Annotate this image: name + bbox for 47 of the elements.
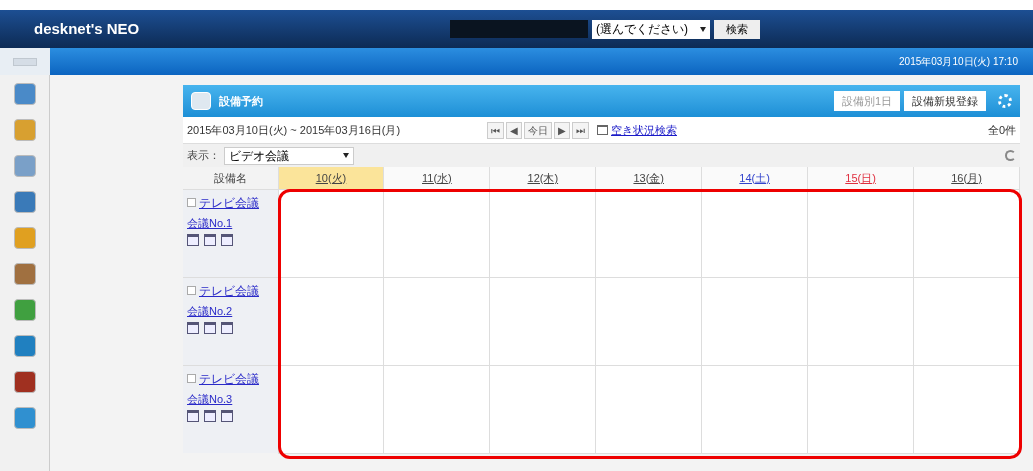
panel-title: 設備予約 bbox=[219, 93, 263, 109]
calendar-icon[interactable] bbox=[221, 234, 233, 246]
logo: desknet's NEO bbox=[34, 18, 140, 39]
column-header[interactable]: 10(火) bbox=[278, 167, 384, 189]
equipment-link[interactable]: テレビ会議 bbox=[199, 193, 259, 212]
checkbox[interactable] bbox=[187, 286, 196, 295]
date-range: 2015年03月10日(火) ~ 2015年03月16日(月) bbox=[187, 122, 402, 138]
equipment-link[interactable]: テレビ会議 bbox=[199, 281, 259, 300]
display-select[interactable]: ビデオ会議 bbox=[224, 146, 354, 165]
caret-icon bbox=[343, 153, 349, 158]
calendar-icon[interactable] bbox=[204, 234, 216, 246]
availability-search-link[interactable]: 空き状況検索 bbox=[611, 121, 677, 139]
calendar-icon[interactable] bbox=[187, 410, 199, 422]
calendar-icon[interactable] bbox=[204, 410, 216, 422]
nav-button[interactable]: ⏮ bbox=[487, 121, 504, 139]
column-header[interactable]: 16(月) bbox=[913, 167, 1020, 189]
column-header[interactable]: 12(木) bbox=[489, 167, 596, 189]
nav-button[interactable]: ⏭ bbox=[572, 121, 589, 139]
calendar-icon[interactable] bbox=[187, 234, 199, 246]
column-header[interactable]: 14(土) bbox=[701, 167, 808, 189]
search-field[interactable] bbox=[450, 20, 588, 38]
equipment-link[interactable]: テレビ会議 bbox=[199, 369, 259, 388]
calendar-icon[interactable] bbox=[204, 322, 216, 334]
datetime: 2015年03月10日(火) 17:10 bbox=[899, 55, 1018, 69]
caret-icon bbox=[700, 26, 706, 32]
column-header[interactable]: 15(日) bbox=[807, 167, 914, 189]
calendar-icon[interactable] bbox=[221, 410, 233, 422]
checkbox[interactable] bbox=[187, 374, 196, 383]
nav-button[interactable]: 今日 bbox=[524, 121, 552, 139]
checkbox[interactable] bbox=[187, 198, 196, 207]
calendar-icon[interactable] bbox=[221, 322, 233, 334]
refresh-icon[interactable] bbox=[1005, 150, 1016, 161]
nav-button[interactable]: ▶ bbox=[554, 121, 570, 139]
result-count: 全0件 bbox=[987, 122, 1016, 138]
room-link[interactable]: 会議No.1 bbox=[187, 214, 278, 231]
column-header[interactable]: 13(金) bbox=[595, 167, 702, 189]
column-header: 設備名 bbox=[183, 167, 278, 189]
room-link[interactable]: 会議No.2 bbox=[187, 302, 278, 319]
display-label: 表示： bbox=[187, 148, 220, 164]
panel-button[interactable]: 設備新規登録 bbox=[904, 91, 986, 111]
search-button[interactable]: 検索 bbox=[714, 19, 760, 39]
column-header[interactable]: 11(水) bbox=[383, 167, 490, 189]
calendar-icon[interactable] bbox=[187, 322, 199, 334]
nav-button[interactable]: ◀ bbox=[506, 121, 522, 139]
search-select[interactable]: (選んでください) bbox=[592, 19, 710, 39]
calendar-icon bbox=[597, 125, 608, 135]
room-link[interactable]: 会議No.3 bbox=[187, 390, 278, 407]
